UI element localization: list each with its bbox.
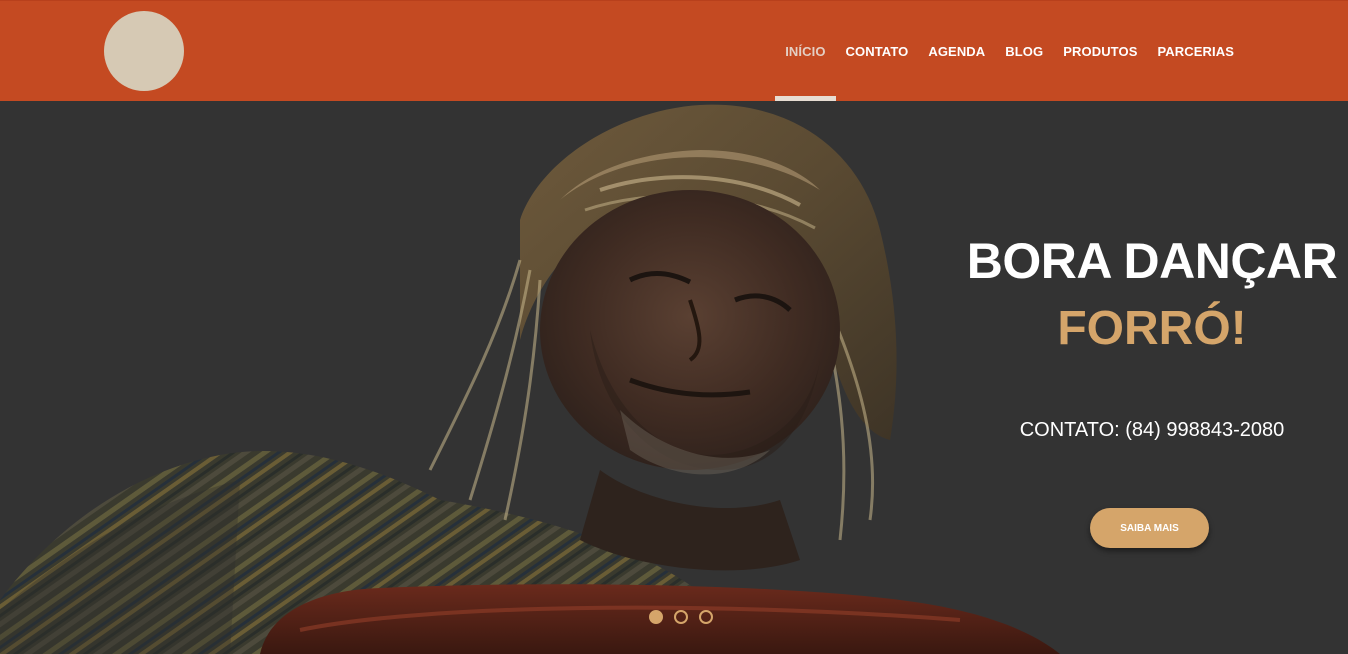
slider-dot-3[interactable] (699, 610, 713, 624)
nav-item-produtos[interactable]: PRODUTOS (1053, 1, 1147, 101)
nav-item-label: PARCERIAS (1157, 43, 1234, 59)
nav-item-label: AGENDA (928, 43, 986, 59)
nav-item-label: CONTATO (845, 43, 909, 59)
slider-dots (649, 610, 713, 624)
logo-circle-icon[interactable] (104, 11, 184, 91)
nav-item-parcerias[interactable]: PARCERIAS (1147, 1, 1244, 101)
hero-headline-accent: FORRÓ! (1057, 302, 1247, 355)
nav-item-label: INÍCIO (785, 43, 826, 59)
nav-item-contato[interactable]: CONTATO (836, 1, 919, 101)
nav-item-label: BLOG (1005, 43, 1044, 59)
hero-headline: BORA DANÇAR (966, 233, 1338, 289)
site-header: INÍCIO CONTATO AGENDA BLOG PRODUTOS PARC… (0, 0, 1348, 101)
nav-item-blog[interactable]: BLOG (995, 1, 1053, 101)
nav-item-label: PRODUTOS (1063, 43, 1138, 59)
saiba-mais-button[interactable]: SAIBA MAIS (1090, 508, 1209, 548)
hero-slider: BORA DANÇAR FORRÓ! CONTATO: (84) 998843-… (0, 101, 1348, 654)
slider-dot-2[interactable] (674, 610, 688, 624)
hero-image (0, 101, 1348, 654)
nav-item-agenda[interactable]: AGENDA (918, 1, 995, 101)
hero-contact-line: CONTATO: (84) 998843-2080 (1019, 419, 1285, 441)
slider-dot-1[interactable] (649, 610, 663, 624)
main-nav: INÍCIO CONTATO AGENDA BLOG PRODUTOS PARC… (775, 1, 1244, 101)
nav-item-inicio[interactable]: INÍCIO (775, 1, 836, 101)
page: INÍCIO CONTATO AGENDA BLOG PRODUTOS PARC… (0, 0, 1348, 654)
